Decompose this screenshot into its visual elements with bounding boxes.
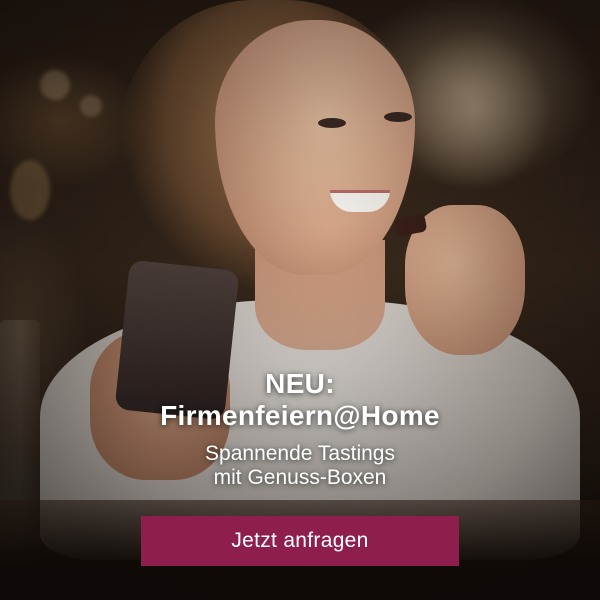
subline-line-2: mit Genuss-Boxen bbox=[213, 466, 387, 489]
promo-banner[interactable]: NEU: Firmenfeiern@Home Spannende Tasting… bbox=[0, 0, 600, 600]
headline-line-2: Firmenfeiern@Home bbox=[160, 400, 440, 431]
promo-subline: Spannende Tastings mit Genuss-Boxen bbox=[0, 442, 600, 490]
request-now-button[interactable]: Jetzt anfragen bbox=[141, 516, 459, 566]
headline-line-1: NEU: bbox=[265, 368, 335, 399]
promo-copy: NEU: Firmenfeiern@Home Spannende Tasting… bbox=[0, 368, 600, 490]
subline-line-1: Spannende Tastings bbox=[205, 442, 395, 465]
promo-headline: NEU: Firmenfeiern@Home bbox=[0, 368, 600, 432]
photo-vignette bbox=[0, 0, 600, 600]
